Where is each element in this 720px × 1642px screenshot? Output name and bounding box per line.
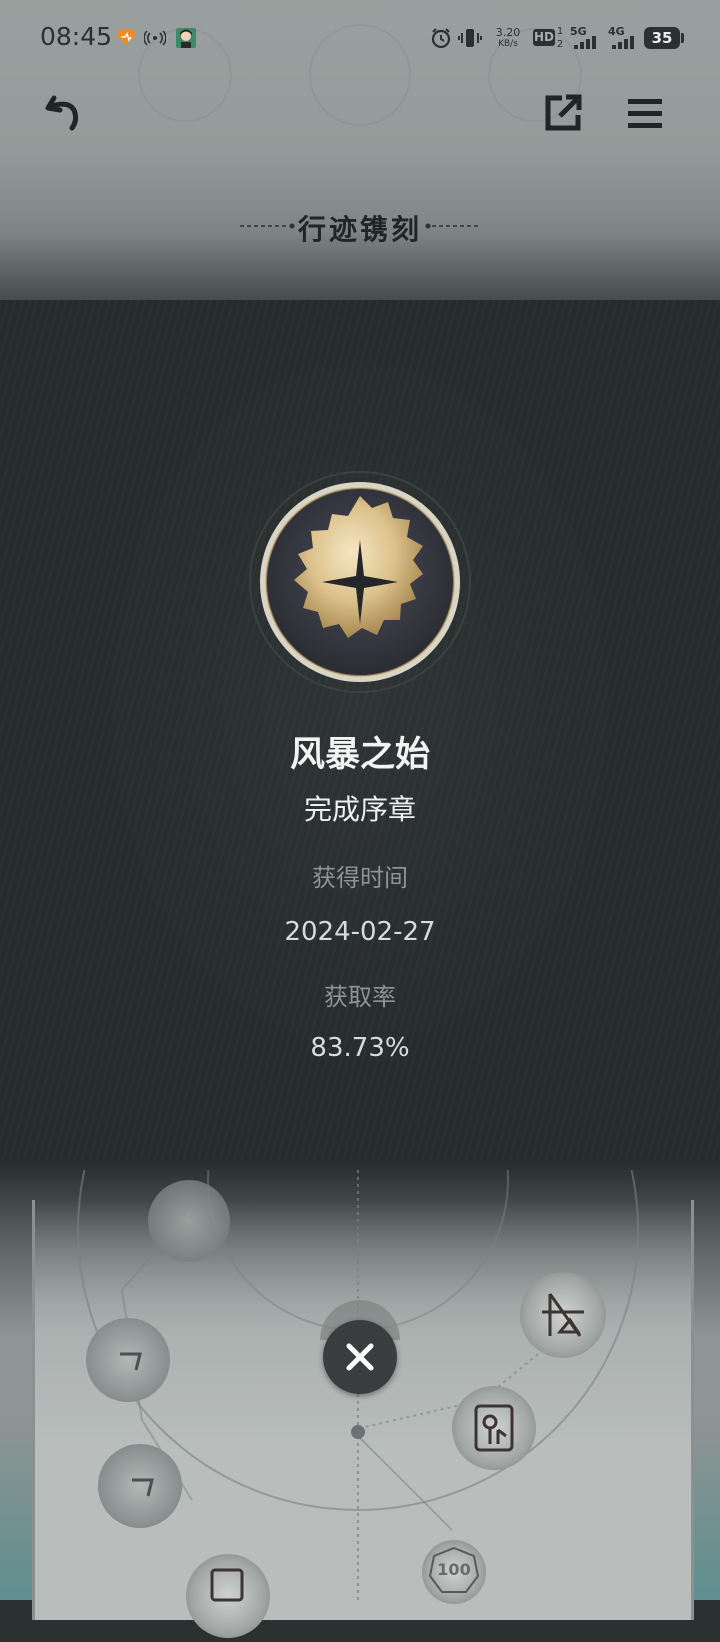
rune-sigil-icon bbox=[542, 1293, 584, 1337]
achievement-node-unlocked[interactable]: 100 bbox=[422, 1540, 486, 1604]
obtained-time-label: 获得时间 bbox=[312, 864, 408, 892]
share-button[interactable] bbox=[538, 88, 590, 140]
edge-decoration-left bbox=[0, 1420, 32, 1600]
status-bar: 08:45 3.20 KB/s HD 1 2 5G 4G 35 bbox=[0, 0, 720, 76]
status-time: 08:45 bbox=[40, 22, 113, 51]
close-icon bbox=[346, 1343, 374, 1371]
title-ornament-right-icon bbox=[425, 223, 480, 229]
achievement-node-unlocked[interactable] bbox=[520, 1272, 606, 1358]
menu-icon bbox=[628, 99, 662, 128]
net-speed-value: 3.20 bbox=[495, 26, 521, 39]
battery-tip bbox=[681, 33, 684, 43]
achievement-node-locked[interactable] bbox=[98, 1444, 182, 1528]
achievement-description: 完成序章 bbox=[303, 793, 416, 826]
page-title: 行迹镌刻 bbox=[297, 213, 422, 246]
avatar-notification-icon bbox=[176, 28, 196, 48]
signal-5g-icon bbox=[574, 36, 596, 49]
achievement-name: 风暴之始 bbox=[289, 735, 430, 775]
net-speed-unit: KB/s bbox=[498, 39, 518, 49]
heart-app-icon bbox=[117, 29, 135, 45]
sim2-label: 2 bbox=[556, 39, 564, 50]
achievement-node-locked[interactable] bbox=[148, 1180, 230, 1262]
hd-badge: HD bbox=[533, 29, 555, 46]
menu-button[interactable] bbox=[620, 88, 672, 140]
wifi-calling-icon bbox=[144, 30, 166, 46]
sim1-label: 1 bbox=[556, 26, 564, 37]
achievement-medal-icon bbox=[249, 471, 471, 693]
card-rune-icon bbox=[210, 1568, 244, 1602]
share-external-icon bbox=[545, 94, 582, 131]
badge-100-label: 100 bbox=[437, 1560, 471, 1579]
portrait-rune-icon bbox=[474, 1404, 514, 1452]
achievement-node-unlocked[interactable] bbox=[452, 1386, 536, 1470]
alarm-icon bbox=[431, 28, 451, 49]
achievement-node-unlocked[interactable] bbox=[186, 1554, 270, 1638]
acquisition-rate-label: 获取率 bbox=[324, 983, 396, 1011]
acquisition-rate-value: 83.73% bbox=[310, 1033, 410, 1063]
obtained-date: 2024-02-27 bbox=[284, 917, 436, 947]
arrow-rune-icon bbox=[132, 1478, 154, 1497]
page-title-area: 行迹镌刻 bbox=[0, 200, 720, 260]
arrow-rune-icon bbox=[120, 1352, 142, 1371]
vibrate-icon bbox=[458, 29, 482, 47]
signal-4g-icon bbox=[612, 36, 634, 49]
back-button[interactable] bbox=[40, 88, 92, 140]
close-button[interactable] bbox=[323, 1320, 397, 1394]
achievement-node-locked[interactable] bbox=[86, 1318, 170, 1402]
back-arrow-icon bbox=[45, 95, 79, 131]
battery-icon: 35 bbox=[644, 27, 680, 49]
